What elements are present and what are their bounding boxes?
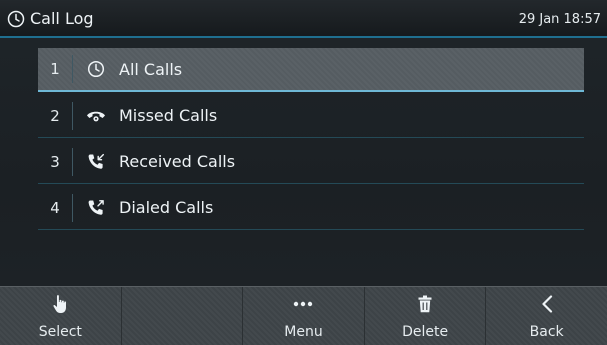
- back-softkey[interactable]: Back: [486, 287, 607, 345]
- softkey-label: Menu: [284, 324, 323, 340]
- hand-pointer-icon: [50, 294, 70, 314]
- empty-softkey: [122, 287, 244, 345]
- status-bar: Call Log 29 Jan 18:57: [0, 0, 607, 38]
- menu-item-received-calls[interactable]: 3 Received Calls: [38, 140, 584, 184]
- phone-screen: Call Log 29 Jan 18:57 1 All Calls 2 Miss…: [0, 0, 607, 345]
- call-log-list-area: 1 All Calls 2 Missed Calls 3 Received Ca…: [0, 38, 607, 286]
- item-label: Missed Calls: [119, 106, 218, 125]
- menu-item-missed-calls[interactable]: 2 Missed Calls: [38, 94, 584, 138]
- clock-icon: [79, 58, 113, 80]
- item-number: 2: [50, 106, 60, 125]
- item-divider: [72, 193, 73, 222]
- item-label: Dialed Calls: [119, 198, 214, 217]
- call-log-menu: 1 All Calls 2 Missed Calls 3 Received Ca…: [38, 48, 584, 232]
- menu-item-all-calls[interactable]: 1 All Calls: [38, 48, 584, 92]
- select-softkey[interactable]: Select: [0, 287, 122, 345]
- missed-call-icon: [79, 105, 113, 127]
- item-divider: [72, 55, 73, 83]
- item-label: Received Calls: [119, 152, 236, 171]
- more-dots-icon: [293, 294, 313, 314]
- softkey-label: Back: [529, 324, 564, 340]
- clock-icon: [7, 10, 25, 28]
- page-title: Call Log: [30, 9, 94, 28]
- item-divider: [72, 101, 73, 130]
- item-divider: [72, 147, 73, 176]
- trash-icon: [415, 294, 435, 314]
- item-number: 3: [50, 152, 60, 171]
- item-label: All Calls: [119, 59, 183, 79]
- item-number: 4: [50, 198, 60, 217]
- softkey-bar: Select Menu Delete Back: [0, 286, 607, 345]
- menu-softkey[interactable]: Menu: [243, 287, 365, 345]
- dialed-call-icon: [79, 197, 113, 219]
- delete-softkey[interactable]: Delete: [365, 287, 487, 345]
- received-call-icon: [79, 151, 113, 173]
- title-group: Call Log: [7, 9, 94, 28]
- item-number: 1: [50, 60, 60, 78]
- datetime-display: 29 Jan 18:57: [518, 12, 601, 27]
- softkey-label: Select: [38, 324, 82, 340]
- menu-item-dialed-calls[interactable]: 4 Dialed Calls: [38, 186, 584, 230]
- back-chevron-icon: [537, 294, 557, 314]
- softkey-label: Delete: [402, 324, 449, 340]
